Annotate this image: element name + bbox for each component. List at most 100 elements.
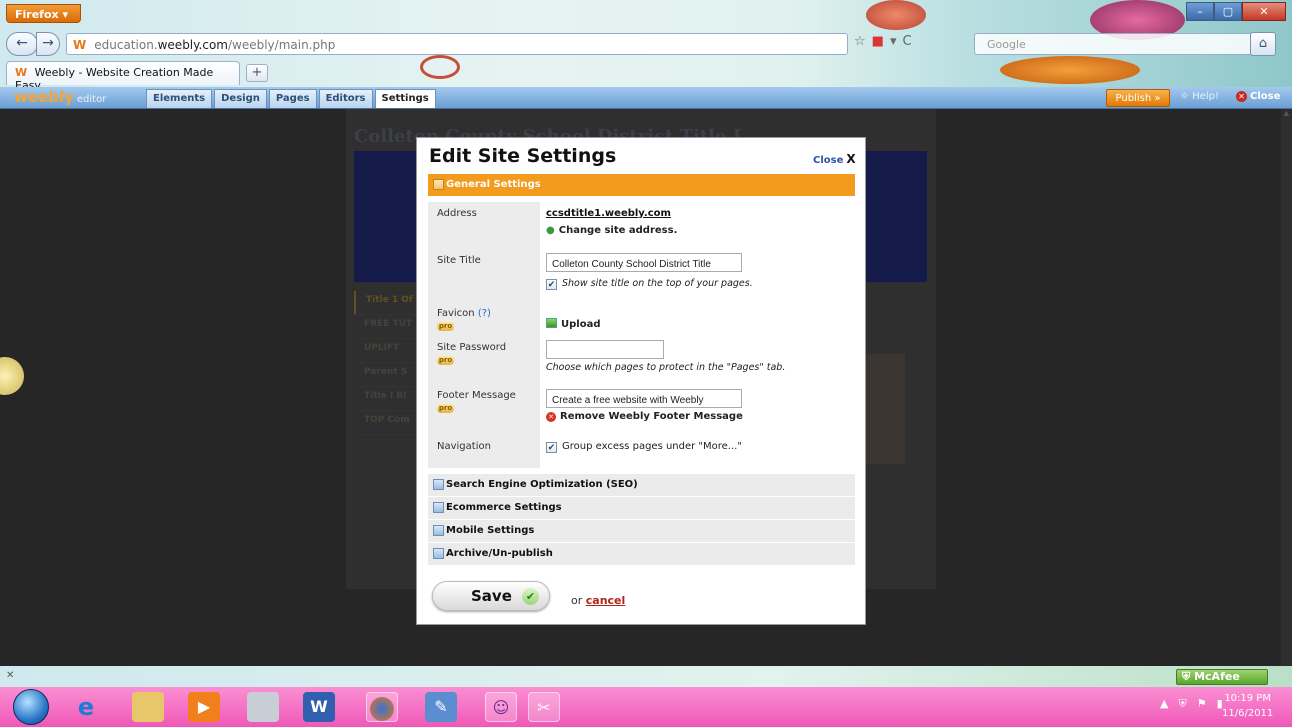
paint-icon[interactable]: ✎ (425, 692, 457, 722)
favicon-help-link[interactable]: (?) (478, 308, 491, 319)
publish-button[interactable]: Publish » (1106, 89, 1170, 107)
site-nav-item: UPLIFT (354, 339, 420, 363)
remove-icon: ✕ (546, 412, 556, 422)
snipping-tool-icon[interactable]: ✂ (528, 692, 560, 722)
tab-weebly[interactable]: W Weebly - Website Creation Made Easy (6, 61, 240, 92)
firefox-menu-button[interactable]: Firefox ▾ (6, 4, 81, 23)
favicon-label: Favicon (?) (437, 308, 491, 319)
pro-badge-icon: pro (437, 404, 454, 413)
site-address-link[interactable]: ccsdtitle1.weebly.com (546, 208, 671, 219)
show-hidden-icons-icon[interactable]: ▲ (1160, 697, 1168, 711)
section-label: Mobile Settings (446, 525, 535, 536)
tab-settings[interactable]: Settings (374, 89, 436, 108)
pro-badge-icon: pro (437, 322, 454, 331)
weebly-favicon-icon: W (15, 66, 28, 79)
site-nav-item: Parent S (354, 363, 420, 387)
url-text: education.weebly.com/weebly/main.php (94, 38, 336, 52)
section-archive[interactable]: Archive/Un-publish (428, 543, 855, 566)
bookmark-star-icon[interactable]: ☆ (854, 34, 866, 49)
section-label: Archive/Un-publish (446, 548, 553, 559)
clock[interactable]: 10:19 PM 11/6/2011 (1222, 691, 1273, 721)
section-expand-icon (433, 479, 444, 490)
favicon-upload-button[interactable]: Upload (546, 318, 600, 330)
section-general-settings[interactable]: General Settings (428, 174, 855, 197)
editor-tabs: Elements Design Pages Editors Settings (146, 89, 436, 108)
footer-message-input[interactable] (546, 389, 742, 408)
firefox-icon[interactable] (366, 692, 398, 722)
section-expand-icon (433, 179, 444, 190)
tab-elements[interactable]: Elements (146, 89, 213, 108)
close-icon: ✕ (1236, 91, 1247, 102)
edit-site-settings-dialog: Edit Site Settings Close X General Settin… (416, 137, 866, 625)
scroll-up-icon[interactable]: ▲ (1281, 109, 1292, 117)
tab-design[interactable]: Design (214, 89, 267, 108)
checkmark-icon: ✔ (522, 588, 539, 605)
pro-badge-icon: pro (437, 356, 454, 365)
start-orb[interactable] (13, 689, 49, 725)
settings-value-column (540, 202, 855, 468)
tab-strip: W Weebly - Website Creation Made Easy + (0, 61, 1292, 92)
footer-message-label: Footer Message (437, 390, 516, 401)
weebly-logo: weebly editor (14, 88, 107, 106)
tab-editors[interactable]: Editors (318, 89, 373, 108)
shield-icon[interactable]: ⛨ (1178, 697, 1186, 711)
ie-icon[interactable]: e (70, 692, 102, 722)
home-button[interactable]: ⌂ (1250, 32, 1276, 56)
remove-footer-link[interactable]: ✕ Remove Weebly Footer Message (546, 411, 743, 422)
site-title-input[interactable] (546, 253, 742, 272)
dialog-title: Edit Site Settings (429, 145, 617, 167)
site-password-label: Site Password (437, 342, 507, 353)
mcafee-shield-icon: ⛨ (1182, 670, 1195, 683)
new-tab-button[interactable]: + (246, 64, 268, 82)
home-icon: ⌂ (1258, 36, 1268, 51)
addon-icon[interactable]: ■ (872, 34, 884, 49)
site-nav-item: Title 1 Of (354, 291, 420, 315)
calculator-icon[interactable] (247, 692, 279, 722)
close-window-button[interactable]: ✕ (1242, 2, 1286, 21)
dialog-close-button[interactable]: Close X (813, 152, 856, 166)
group-excess-pages-row[interactable]: ✔ Group excess pages under "More..." (546, 441, 742, 453)
section-expand-icon (433, 525, 444, 536)
cancel-row: or cancel (571, 594, 626, 607)
section-mobile[interactable]: Mobile Settings (428, 520, 855, 543)
change-site-address-link[interactable]: ● Change site address. (546, 225, 677, 236)
close-editor-link[interactable]: ✕ Close (1236, 91, 1280, 102)
show-site-title-checkbox[interactable]: ✔ (546, 279, 557, 290)
show-site-title-row[interactable]: ✔ Show site title on the top of your page… (546, 278, 753, 290)
search-bar[interactable]: Google ⌕ (974, 33, 1274, 55)
cancel-link[interactable]: cancel (586, 594, 626, 607)
section-ecommerce[interactable]: Ecommerce Settings (428, 497, 855, 520)
navigation-label: Navigation (437, 441, 491, 452)
reload-icon[interactable]: C (902, 34, 911, 49)
mcafee-badge[interactable]: ⛨ McAfee (1176, 669, 1268, 685)
site-navigation-background: Title 1 Of FREE TUT UPLIFT Parent S Titl… (354, 291, 420, 435)
forward-button[interactable]: → (36, 32, 60, 56)
url-bar[interactable]: W education.weebly.com/weebly/main.php (66, 33, 848, 55)
explorer-icon[interactable] (132, 692, 164, 722)
dropdown-icon[interactable]: ▾ (890, 34, 897, 49)
save-button[interactable]: Save ✔ (432, 581, 550, 611)
urlbar-actions: ☆ ■ ▾ C (854, 34, 912, 49)
site-favicon-icon: W (73, 38, 87, 52)
maximize-button[interactable]: ▢ (1214, 2, 1242, 21)
section-label: Ecommerce Settings (446, 502, 562, 513)
minimize-button[interactable]: – (1186, 2, 1214, 21)
flag-icon[interactable]: ⚑ (1197, 697, 1207, 711)
decorative-circle (0, 357, 24, 395)
close-addon-bar-icon[interactable]: ✕ (6, 670, 14, 681)
tab-pages[interactable]: Pages (268, 89, 317, 108)
help-link[interactable]: ☼ Help! (1180, 91, 1219, 102)
media-player-icon[interactable]: ▶ (188, 692, 220, 722)
page-scrollbar[interactable]: ▲ (1281, 109, 1292, 666)
back-button[interactable]: ← (6, 32, 38, 56)
upload-icon (546, 318, 557, 328)
close-x-icon: X (846, 152, 856, 166)
word-icon[interactable]: W (303, 692, 335, 722)
globe-icon: ● (546, 225, 555, 236)
addon-bar: ✕ ⛨ McAfee (0, 666, 1292, 687)
site-password-input[interactable] (546, 340, 664, 359)
yahoo-messenger-icon[interactable]: ☺ (485, 692, 517, 722)
group-excess-pages-checkbox[interactable]: ✔ (546, 442, 557, 453)
section-seo[interactable]: Search Engine Optimization (SEO) (428, 474, 855, 497)
system-tray: ▲ ⛨ ⚑ ▮ (1160, 697, 1223, 711)
